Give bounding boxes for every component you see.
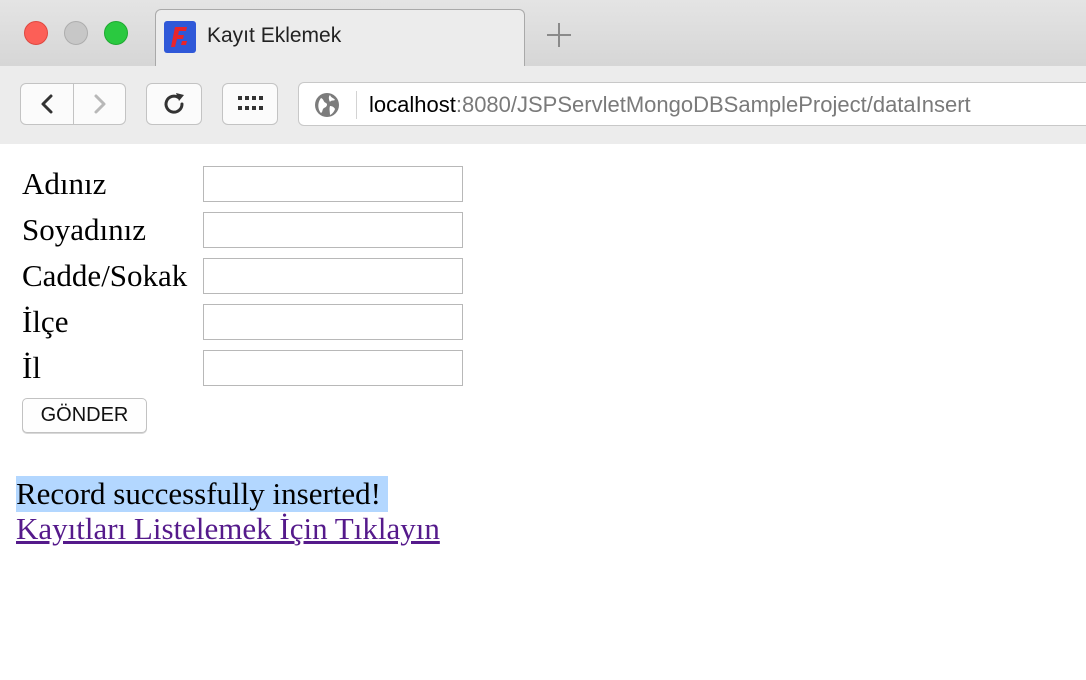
back-button[interactable] — [20, 83, 74, 125]
city-label: İl — [22, 350, 41, 385]
success-message: Record successfully inserted! — [16, 476, 388, 512]
surname-input[interactable] — [203, 212, 463, 248]
close-icon[interactable] — [24, 21, 48, 45]
tab-active[interactable]: Kayıt Eklemek — [155, 9, 525, 67]
apps-icon — [238, 96, 263, 110]
submit-button[interactable]: GÖNDER — [22, 398, 147, 433]
address-bar-divider — [356, 91, 357, 119]
url-path: :8080/JSPServletMongoDBSampleProject/dat… — [455, 92, 971, 117]
page-content: Adınız Soyadınız Cadde/Sokak İlçe İl GÖN… — [0, 145, 1086, 680]
forward-button[interactable] — [74, 83, 126, 125]
reload-icon — [164, 93, 184, 114]
browser-chrome: Kayıt Eklemek localhost:8080/JSPServletM… — [0, 0, 1086, 144]
name-label: Adınız — [22, 166, 107, 201]
favicon-icon — [164, 21, 196, 53]
name-input[interactable] — [203, 166, 463, 202]
maximize-icon[interactable] — [104, 21, 128, 45]
url-host: localhost — [369, 92, 456, 117]
apps-button[interactable] — [222, 83, 278, 125]
list-records-link[interactable]: Kayıtları Listelemek İçin Tıklayın — [16, 511, 440, 547]
forward-icon — [94, 94, 105, 114]
back-icon — [41, 94, 53, 114]
reload-button[interactable] — [146, 83, 202, 125]
tab-strip: Kayıt Eklemek — [0, 0, 1086, 67]
tab-title: Kayıt Eklemek — [207, 24, 342, 47]
district-input[interactable] — [203, 304, 463, 340]
url-text[interactable]: localhost:8080/JSPServletMongoDBSamplePr… — [369, 92, 971, 118]
street-label: Cadde/Sokak — [22, 258, 188, 293]
new-tab-icon[interactable] — [544, 20, 574, 50]
address-bar[interactable]: localhost:8080/JSPServletMongoDBSamplePr… — [298, 82, 1086, 126]
globe-icon — [315, 93, 339, 117]
toolbar: localhost:8080/JSPServletMongoDBSamplePr… — [0, 66, 1086, 144]
minimize-icon[interactable] — [64, 21, 88, 45]
city-input[interactable] — [203, 350, 463, 386]
street-input[interactable] — [203, 258, 463, 294]
surname-label: Soyadınız — [22, 212, 146, 247]
district-label: İlçe — [22, 304, 69, 339]
